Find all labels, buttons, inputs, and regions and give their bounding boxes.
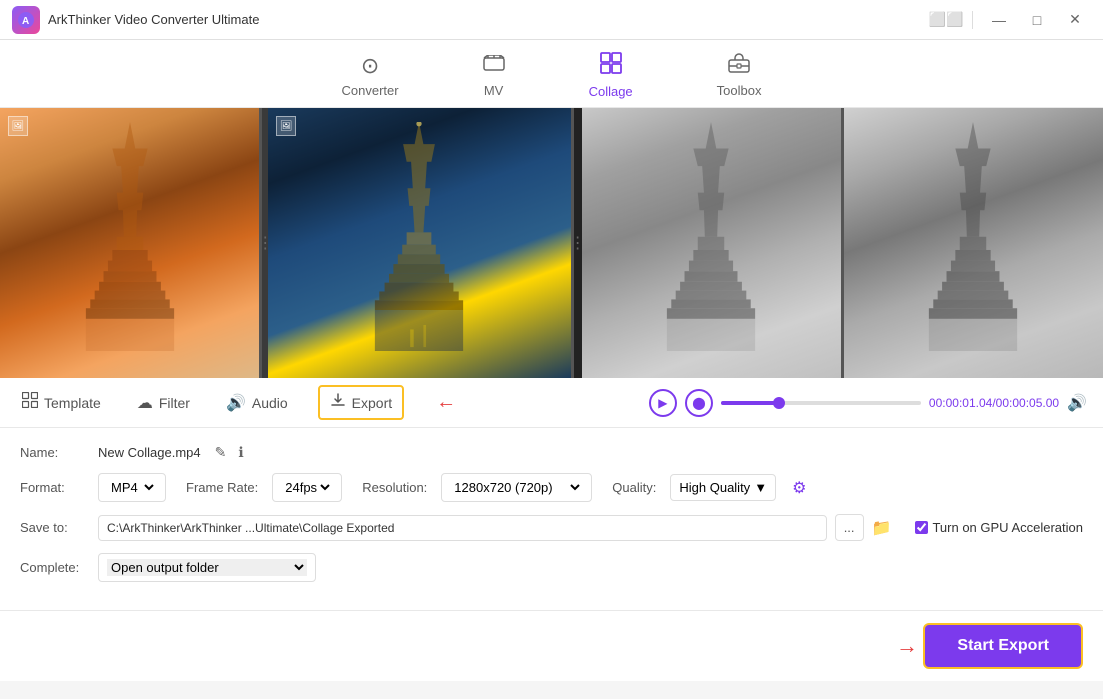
tab-filter[interactable]: ☁ Filter (131, 385, 196, 421)
frame-rate-dropdown[interactable]: 24fps 30fps 60fps (281, 479, 333, 496)
collage-label: Collage (589, 84, 633, 99)
app-icon: A (12, 6, 40, 34)
collage-icon (600, 52, 622, 80)
canvas-panel-4 (844, 108, 1103, 378)
frame-rate-label: Frame Rate: (186, 480, 258, 495)
export-label: Export (352, 395, 392, 411)
converter-icon: ⊙ (361, 53, 379, 79)
separator (972, 11, 973, 29)
close-button[interactable]: ✕ (1059, 9, 1091, 31)
folder-icon[interactable]: 📁 (872, 518, 892, 538)
bubble-button[interactable]: ⬜⬜ (930, 9, 962, 31)
progress-fill (721, 401, 777, 405)
stop-button[interactable]: ⬤ (685, 389, 713, 417)
right-arrow-icon: → (896, 633, 918, 659)
info-icon[interactable]: ℹ (238, 444, 243, 461)
complete-row: Complete: Open output folder Do nothing … (20, 553, 1083, 582)
toolbox-label: Toolbox (717, 83, 762, 98)
gear-icon[interactable]: ⚙ (792, 478, 806, 498)
start-export-button[interactable]: Start Export (923, 623, 1083, 669)
quality-value: High Quality (679, 480, 750, 495)
maximize-button[interactable]: □ (1021, 9, 1053, 31)
tab-toolbox[interactable]: Toolbox (705, 49, 774, 102)
bottom-action-bar: → Start Export (0, 611, 1103, 681)
gpu-checkbox-container[interactable]: Turn on GPU Acceleration (915, 520, 1083, 535)
canvas-area: 🖼 ⋮ 🖼 ⋮ (0, 108, 1103, 378)
gpu-label[interactable]: Turn on GPU Acceleration (932, 520, 1083, 535)
export-icon (330, 392, 346, 413)
canvas-panel-1: 🖼 (0, 108, 262, 378)
tab-collage[interactable]: Collage (577, 48, 645, 103)
panel-1-icon: 🖼 (8, 116, 28, 136)
svg-text:A: A (22, 16, 29, 27)
time-current: 00:00:01.04 (929, 396, 992, 410)
title-left: A ArkThinker Video Converter Ultimate (12, 6, 259, 34)
bottom-tabs-bar: Template ☁ Filter 🔊 Audio Export ← ▶ ⬤ (0, 378, 1103, 428)
time-display: 00:00:01.04/00:00:05.00 (929, 396, 1059, 410)
format-row: Format: MP4 MOV AVI MKV Frame Rate: 24fp… (20, 473, 1083, 502)
template-label: Template (44, 395, 101, 411)
audio-label: Audio (252, 395, 288, 411)
time-total: 00:00:05.00 (996, 396, 1059, 410)
left-arrow-icon: ← (436, 391, 456, 414)
title-controls: ⬜⬜ — □ ✕ (930, 9, 1091, 31)
name-row: Name: New Collage.mp4 ✎ ℹ (20, 444, 1083, 461)
format-dropdown[interactable]: MP4 MOV AVI MKV (107, 479, 157, 496)
save-to-label: Save to: (20, 520, 90, 535)
template-icon (22, 392, 38, 413)
resolution-label: Resolution: (362, 480, 427, 495)
export-settings-panel: Name: New Collage.mp4 ✎ ℹ Format: MP4 MO… (0, 428, 1103, 611)
quality-select[interactable]: High Quality ▼ (670, 474, 776, 501)
progress-thumb[interactable] (773, 397, 785, 409)
save-path-display: C:\ArkThinker\ArkThinker ...Ultimate\Col… (98, 515, 827, 541)
complete-label: Complete: (20, 560, 90, 575)
browse-button[interactable]: ... (835, 514, 864, 541)
minimize-button[interactable]: — (983, 9, 1015, 31)
progress-bar[interactable] (721, 401, 921, 405)
resolution-select[interactable]: 1280x720 (720p) 1920x1080 (1080p) 3840x2… (441, 473, 592, 502)
volume-icon[interactable]: 🔊 (1067, 393, 1087, 413)
start-export-arrow: → (896, 633, 918, 659)
tab-export[interactable]: Export (318, 385, 404, 420)
divider-2[interactable]: ⋮ (574, 108, 582, 378)
title-bar: A ArkThinker Video Converter Ultimate ⬜⬜… (0, 0, 1103, 40)
quality-dropdown-icon: ▼ (754, 480, 767, 495)
save-to-row: Save to: C:\ArkThinker\ArkThinker ...Ult… (20, 514, 1083, 541)
converter-label: Converter (342, 83, 399, 98)
format-select[interactable]: MP4 MOV AVI MKV (98, 473, 166, 502)
resolution-dropdown[interactable]: 1280x720 (720p) 1920x1080 (1080p) 3840x2… (450, 479, 583, 496)
audio-icon: 🔊 (226, 393, 246, 413)
app-title: ArkThinker Video Converter Ultimate (48, 12, 259, 27)
export-arrow-annotation: ← (436, 391, 456, 414)
stop-icon: ⬤ (692, 396, 705, 410)
quality-label: Quality: (612, 480, 656, 495)
play-button[interactable]: ▶ (649, 389, 677, 417)
edit-icon[interactable]: ✎ (215, 444, 227, 461)
tab-template[interactable]: Template (16, 384, 107, 421)
mv-icon (483, 53, 505, 79)
complete-dropdown[interactable]: Open output folder Do nothing Shut down (107, 559, 307, 576)
panel-2-icon: 🖼 (276, 116, 296, 136)
filter-icon: ☁ (137, 393, 153, 413)
tab-audio[interactable]: 🔊 Audio (220, 385, 294, 421)
nav-tabs: ⊙ Converter MV Collage (0, 40, 1103, 108)
gpu-checkbox[interactable] (915, 521, 928, 534)
canvas-panel-2: 🖼 (268, 108, 573, 378)
tab-converter[interactable]: ⊙ Converter (330, 49, 411, 102)
mv-label: MV (484, 83, 504, 98)
name-value: New Collage.mp4 (98, 445, 201, 460)
canvas-panel-3 (582, 108, 844, 378)
name-label: Name: (20, 445, 90, 460)
complete-select[interactable]: Open output folder Do nothing Shut down (98, 553, 316, 582)
toolbox-icon (728, 53, 750, 79)
format-label: Format: (20, 480, 90, 495)
frame-rate-select[interactable]: 24fps 30fps 60fps (272, 473, 342, 502)
playback-controls: ▶ ⬤ 00:00:01.04/00:00:05.00 🔊 (649, 389, 1087, 417)
tab-mv[interactable]: MV (471, 49, 517, 102)
filter-label: Filter (159, 395, 190, 411)
play-icon: ▶ (658, 396, 667, 410)
